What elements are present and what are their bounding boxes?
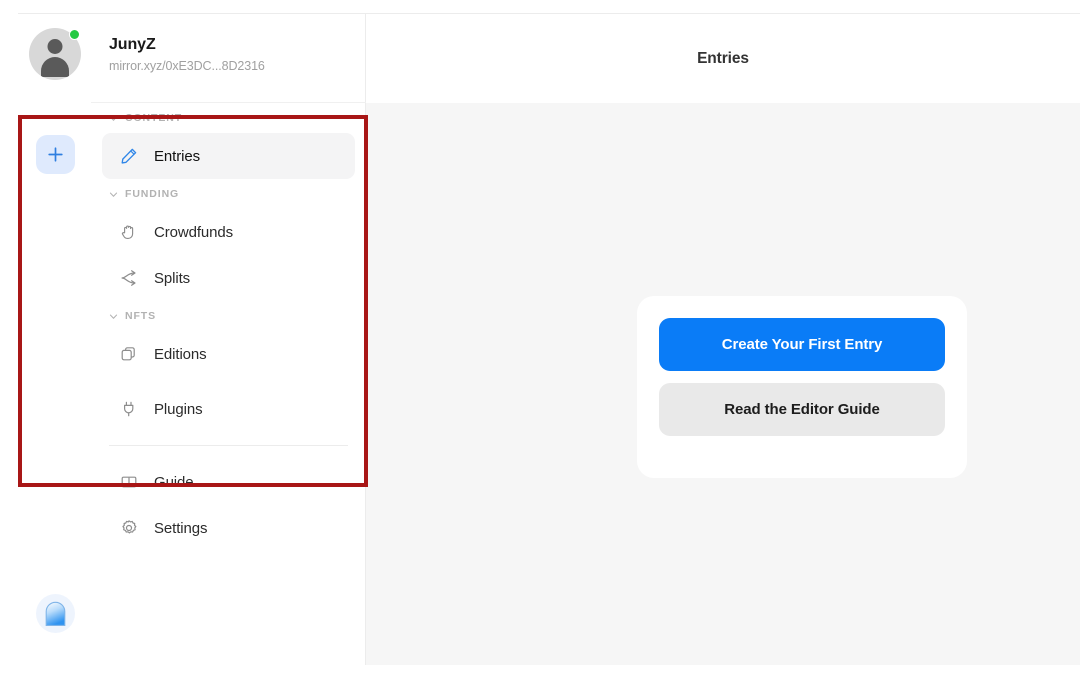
app-window: JunyZ mirror.xyz/0xE3DC...8D2316 CONTENT bbox=[0, 0, 1080, 698]
avatar-head bbox=[47, 39, 63, 54]
app-body: JunyZ mirror.xyz/0xE3DC...8D2316 CONTENT bbox=[18, 14, 1080, 665]
create-first-entry-button[interactable]: Create Your First Entry bbox=[659, 318, 945, 371]
sidebar-item-guide[interactable]: Guide bbox=[102, 459, 355, 505]
sidebar-item-label: Entries bbox=[154, 147, 200, 165]
plus-icon bbox=[48, 147, 63, 162]
sidebar-item-label: Crowdfunds bbox=[154, 223, 234, 241]
copy-stack-icon bbox=[119, 345, 138, 364]
sidebar-group-funding[interactable]: FUNDING bbox=[102, 179, 355, 209]
sidebar-item-splits[interactable]: Splits bbox=[102, 255, 355, 301]
plug-icon bbox=[119, 400, 138, 419]
sidebar-group-nfts[interactable]: NFTS bbox=[102, 301, 355, 331]
sidebar-item-crowdfunds[interactable]: Crowdfunds bbox=[102, 209, 355, 255]
sidebar-item-label: Plugins bbox=[154, 400, 203, 418]
sidebar-group-label: CONTENT bbox=[125, 112, 183, 124]
profile-handle: mirror.xyz/0xE3DC...8D2316 bbox=[109, 59, 265, 73]
sidebar-item-label: Editions bbox=[154, 345, 207, 363]
sidebar-group-label: NFTS bbox=[125, 310, 157, 322]
hand-icon bbox=[119, 223, 138, 242]
split-arrow-icon bbox=[119, 269, 138, 288]
chevron-down-icon bbox=[109, 192, 118, 197]
profile-header[interactable]: JunyZ mirror.xyz/0xE3DC...8D2316 bbox=[91, 14, 366, 103]
sidebar-item-editions[interactable]: Editions bbox=[102, 331, 355, 377]
sidebar-item-label: Guide bbox=[154, 473, 194, 491]
main-title: Entries bbox=[697, 49, 749, 67]
main-content: Entries Create Your First Entry Read the… bbox=[366, 14, 1080, 665]
sidebar-group-content[interactable]: CONTENT bbox=[102, 103, 355, 133]
read-editor-guide-button[interactable]: Read the Editor Guide bbox=[659, 383, 945, 436]
avatar-body bbox=[41, 57, 69, 77]
sidebar-item-settings[interactable]: Settings bbox=[102, 505, 355, 551]
empty-state-card: Create Your First Entry Read the Editor … bbox=[637, 296, 967, 478]
sidebar-nav: CONTENT Entries FUNDING Crowdfunds Split… bbox=[91, 103, 366, 665]
left-rail bbox=[18, 14, 91, 665]
mirror-logo-button[interactable] bbox=[36, 594, 75, 633]
sidebar-item-label: Settings bbox=[154, 519, 208, 537]
page-title: JunyZ bbox=[109, 36, 156, 53]
mirror-arch-logo-icon bbox=[45, 601, 66, 626]
pencil-icon bbox=[119, 147, 138, 166]
sidebar-item-entries[interactable]: Entries bbox=[102, 133, 355, 179]
status-badge-online bbox=[69, 29, 80, 40]
sidebar-divider bbox=[109, 445, 348, 446]
sidebar-item-label: Splits bbox=[154, 269, 191, 287]
chevron-down-icon bbox=[109, 314, 118, 319]
sidebar: JunyZ mirror.xyz/0xE3DC...8D2316 CONTENT bbox=[91, 14, 366, 665]
chevron-down-icon bbox=[109, 116, 118, 121]
add-workspace-button[interactable] bbox=[36, 135, 75, 174]
avatar[interactable] bbox=[29, 28, 81, 80]
gear-icon bbox=[119, 519, 138, 538]
sidebar-item-plugins[interactable]: Plugins bbox=[102, 386, 355, 432]
sidebar-group-label: FUNDING bbox=[125, 188, 180, 200]
main-header: Entries bbox=[366, 14, 1080, 103]
window-chrome-bar bbox=[18, 0, 1080, 14]
book-icon bbox=[119, 473, 138, 492]
